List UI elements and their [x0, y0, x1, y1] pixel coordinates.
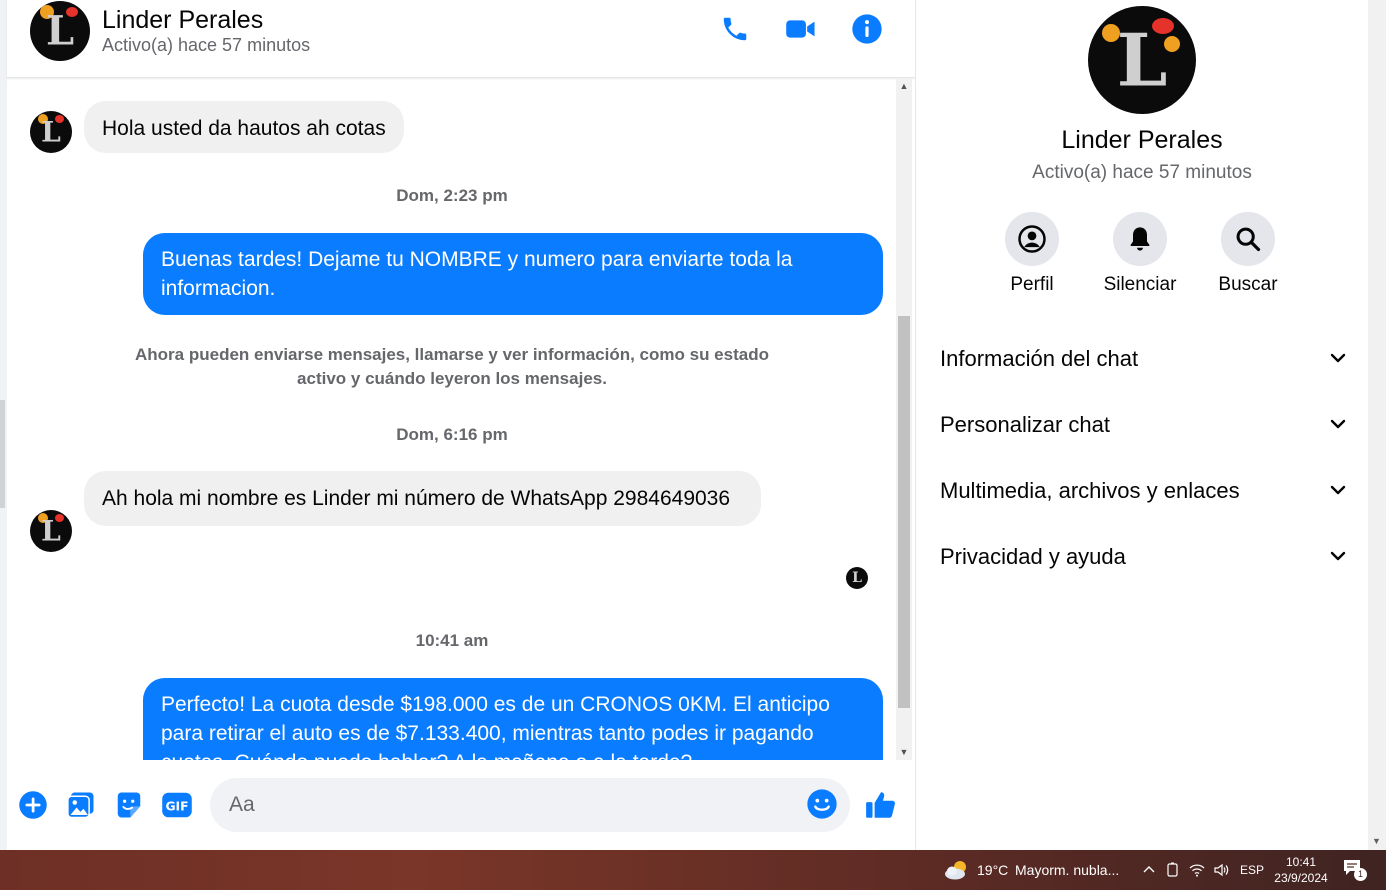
window-left-edge: [0, 0, 7, 850]
scroll-down-arrow[interactable]: ▼: [896, 744, 912, 760]
message-incoming[interactable]: Ah hola mi nombre es Linder mi número de…: [84, 471, 761, 526]
search-button[interactable]: Buscar: [1203, 212, 1293, 296]
phone-icon[interactable]: [718, 12, 752, 46]
search-icon: [1221, 212, 1275, 266]
message-input-placeholder: Aa: [229, 793, 255, 816]
chevron-down-icon: [1330, 485, 1346, 495]
weather-condition[interactable]: Mayorm. nubla...: [1015, 862, 1119, 878]
gif-icon[interactable]: GIF: [160, 788, 194, 822]
page-scrollbar[interactable]: ▼: [1368, 0, 1386, 850]
timestamp: 10:41 am: [415, 631, 489, 650]
profile-button[interactable]: Perfil: [987, 212, 1077, 296]
chat-header: L Linder Perales Activo(a) hace 57 minut…: [7, 0, 915, 78]
section-customize-chat[interactable]: Personalizar chat: [940, 404, 1348, 444]
mute-button[interactable]: Silenciar: [1095, 212, 1185, 296]
edge-handle: [0, 400, 5, 508]
message-incoming[interactable]: Hola usted da hautos ah cotas: [84, 101, 404, 153]
section-media-files-links[interactable]: Multimedia, archivos y enlaces: [940, 470, 1348, 510]
sender-avatar[interactable]: L: [30, 111, 72, 153]
clock[interactable]: 10:41 23/9/2024: [1274, 854, 1328, 886]
chat-pane: L Linder Perales Activo(a) hace 57 minut…: [7, 0, 915, 850]
conversation-details-panel: L Linder Perales Activo(a) hace 57 minut…: [916, 0, 1368, 850]
system-note: Ahora pueden enviarse mensajes, llamarse…: [135, 345, 769, 388]
section-privacy-help[interactable]: Privacidad y ayuda: [940, 536, 1348, 576]
notification-icon[interactable]: 1: [1342, 858, 1368, 882]
photo-icon[interactable]: [64, 788, 98, 822]
sticker-icon[interactable]: [112, 788, 146, 822]
message-outgoing[interactable]: Perfecto! La cuota desde $198.000 es de …: [143, 678, 883, 760]
timestamp: Dom, 6:16 pm: [396, 425, 508, 444]
composer: GIF Aa: [7, 760, 915, 850]
message-list: L Hola usted da hautos ah cotas Dom, 2:2…: [7, 78, 915, 760]
contact-avatar[interactable]: L: [30, 1, 90, 61]
contact-name[interactable]: Linder Perales: [102, 6, 263, 35]
timestamp: Dom, 2:23 pm: [396, 186, 508, 205]
scroll-thumb[interactable]: [898, 316, 910, 708]
message-input[interactable]: Aa: [210, 778, 850, 832]
weather-temperature[interactable]: 19°C: [977, 862, 1008, 878]
chevron-down-icon: [1330, 419, 1346, 429]
section-chat-info[interactable]: Información del chat: [940, 338, 1348, 378]
panel-contact-status: Activo(a) hace 57 minutos: [1032, 162, 1252, 183]
chevron-up-icon[interactable]: [1139, 860, 1159, 880]
panel-avatar[interactable]: L: [1088, 6, 1196, 114]
message-scrollbar[interactable]: ▲ ▼: [896, 78, 912, 760]
panel-contact-name: Linder Perales: [1061, 126, 1223, 154]
page-scroll-down-arrow[interactable]: ▼: [1372, 836, 1381, 846]
like-icon[interactable]: [864, 788, 898, 822]
battery-sync-icon[interactable]: [1163, 860, 1183, 880]
windows-taskbar: 19°C Mayorm. nubla... ESP 10:41 23/9/202…: [0, 850, 1386, 890]
chevron-down-icon: [1330, 551, 1346, 561]
emoji-icon[interactable]: [806, 788, 840, 822]
info-icon[interactable]: [850, 12, 884, 46]
weather-icon[interactable]: [943, 858, 971, 882]
chevron-down-icon: [1330, 353, 1346, 363]
video-icon[interactable]: [784, 12, 818, 46]
profile-icon: [1005, 212, 1059, 266]
language-indicator[interactable]: ESP: [1240, 863, 1264, 877]
notification-count: 1: [1354, 868, 1367, 881]
seen-indicator-avatar: L: [846, 567, 868, 589]
svg-text:GIF: GIF: [165, 800, 188, 814]
wifi-icon[interactable]: [1187, 860, 1207, 880]
plus-icon[interactable]: [16, 788, 50, 822]
volume-icon[interactable]: [1211, 860, 1231, 880]
message-outgoing[interactable]: Buenas tardes! Dejame tu NOMBRE y numero…: [143, 233, 883, 315]
bell-icon: [1113, 212, 1167, 266]
scroll-up-arrow[interactable]: ▲: [896, 78, 912, 94]
sender-avatar[interactable]: L: [30, 510, 72, 552]
contact-status: Activo(a) hace 57 minutos: [102, 35, 311, 55]
